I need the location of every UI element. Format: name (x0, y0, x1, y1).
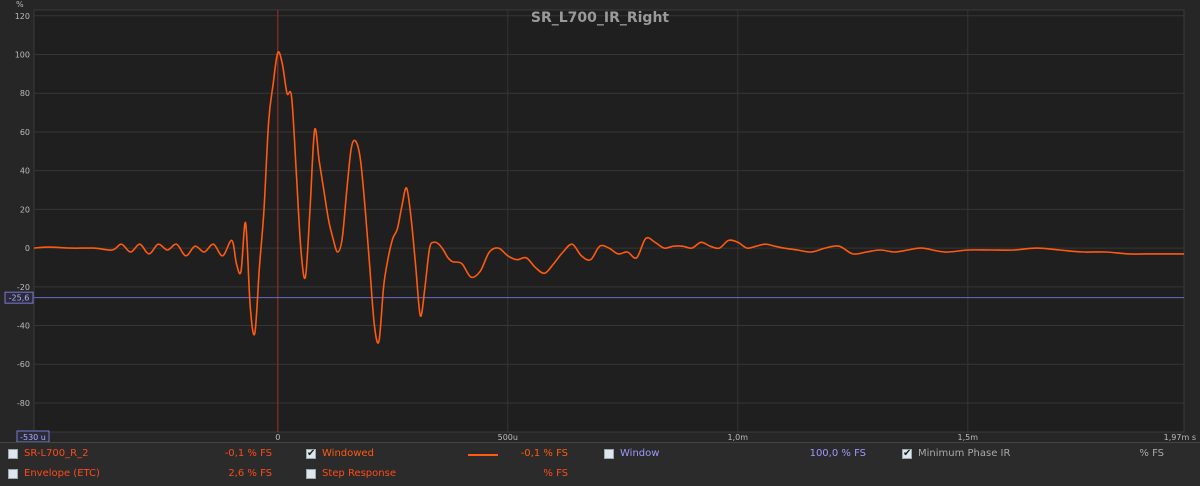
x-tick-label: 0 (275, 433, 280, 442)
legend-value: 100,0 % FS (809, 448, 866, 459)
legend-label: Step Response (322, 468, 396, 479)
y-tick-label: -60 (17, 360, 30, 369)
legend-label: Minimum Phase IR (918, 448, 1011, 459)
legend-value: % FS (543, 468, 568, 479)
legend-item-envelope[interactable]: Envelope (ETC) 2,6 % FS (8, 466, 278, 482)
y-tick-label: 20 (20, 205, 30, 214)
x-end-label: 1,97m s (1164, 433, 1196, 442)
x-tick-label: 1,0m (728, 433, 749, 442)
legend-item-step-response[interactable]: Step Response % FS (306, 466, 576, 482)
legend-value: -0,1 % FS (520, 448, 568, 459)
checkbox-checked[interactable] (902, 446, 912, 462)
checkbox-unchecked[interactable] (8, 449, 18, 459)
y-tick-label: 80 (20, 89, 30, 98)
legend-item-minimum-phase[interactable]: Minimum Phase IR % FS (902, 446, 1172, 462)
x-start-value: -530 u (20, 433, 46, 442)
legend-label: Windowed (322, 448, 374, 459)
y-axis-unit: % (16, 0, 24, 9)
y-tick-label: -40 (17, 322, 30, 331)
y-tick-label: 120 (15, 12, 30, 21)
checkbox-checked[interactable] (306, 446, 316, 462)
checkbox-unchecked[interactable] (306, 469, 316, 479)
x-tick-label: 500u (498, 433, 518, 442)
legend-item-window[interactable]: Window 100,0 % FS (604, 446, 874, 462)
plot-area (33, 9, 1185, 433)
legend-value: 2,6 % FS (228, 468, 272, 479)
y-tick-label: 100 (15, 51, 30, 60)
cursor-y-value: -25,6 (9, 294, 30, 303)
checkbox-unchecked[interactable] (8, 469, 18, 479)
legend-value: -0,1 % FS (224, 448, 272, 459)
y-tick-label: 0 (25, 244, 30, 253)
y-tick-label: 40 (20, 167, 30, 176)
impulse-response-chart[interactable]: 120 100 80 60 40 20 0 -20 -40 -60 -80 0 500u 1,0m 1,5… (0, 0, 1200, 442)
legend-label: Envelope (ETC) (24, 468, 100, 479)
chart-title: SR_L700_IR_Right (531, 10, 670, 26)
y-tick-label: -80 (17, 399, 30, 408)
x-start-readout: -530 u (16, 430, 50, 442)
y-tick-label: 60 (20, 128, 30, 137)
y-tick-label: -20 (17, 283, 30, 292)
checkbox-unchecked[interactable] (604, 449, 614, 459)
legend-value: % FS (1139, 448, 1164, 459)
legend-panel: SR-L700_R_2 -0,1 % FS Windowed -0,1 % FS… (0, 442, 1200, 486)
legend-label: Window (620, 448, 660, 459)
cursor-y-readout: -25,6 (4, 291, 34, 304)
legend-item-sr-l700[interactable]: SR-L700_R_2 -0,1 % FS (8, 446, 278, 462)
legend-label: SR-L700_R_2 (24, 448, 89, 459)
legend-item-windowed[interactable]: Windowed -0,1 % FS (306, 446, 576, 462)
x-tick-label: 1,5m (958, 433, 979, 442)
